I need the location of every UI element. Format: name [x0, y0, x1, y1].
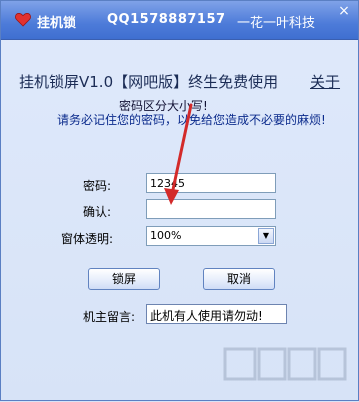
title-qq-number: QQ1578887157	[107, 12, 226, 27]
owner-message-input[interactable]: 此机有人使用请勿动!	[146, 304, 287, 324]
confirm-label: 确认:	[83, 205, 112, 219]
chevron-down-icon[interactable]: ▼	[258, 228, 274, 244]
opacity-label: 窗体透明:	[61, 232, 114, 246]
app-window: 挂机锁 QQ1578887157 一花一叶科技 × 挂机锁屏V1.0【网吧版】终…	[0, 0, 359, 401]
about-link[interactable]: 关于	[310, 71, 340, 92]
owner-message-label: 机主留言:	[83, 310, 136, 324]
window-title: 挂机锁	[37, 16, 77, 31]
watermark-logo	[223, 347, 347, 381]
title-bar[interactable]: 挂机锁 QQ1578887157 一花一叶科技 ×	[1, 1, 358, 40]
opacity-select-value: 100%	[150, 229, 182, 242]
password-label: 密码:	[83, 179, 112, 193]
title-company: 一花一叶科技	[237, 16, 316, 31]
opacity-select[interactable]: 100% ▼	[146, 226, 276, 246]
close-button[interactable]: ×	[336, 3, 352, 19]
lock-screen-button[interactable]: 锁屏	[88, 268, 160, 290]
heart-icon	[15, 13, 31, 27]
remember-password-notice: 请务必记住您的密码，以免给您造成不必要的麻烦!	[57, 113, 326, 127]
page-heading: 挂机锁屏V1.0【网吧版】终生免费使用	[19, 73, 279, 91]
password-input[interactable]	[146, 173, 276, 193]
confirm-password-input[interactable]	[146, 199, 276, 219]
cancel-button[interactable]: 取消	[203, 268, 275, 290]
